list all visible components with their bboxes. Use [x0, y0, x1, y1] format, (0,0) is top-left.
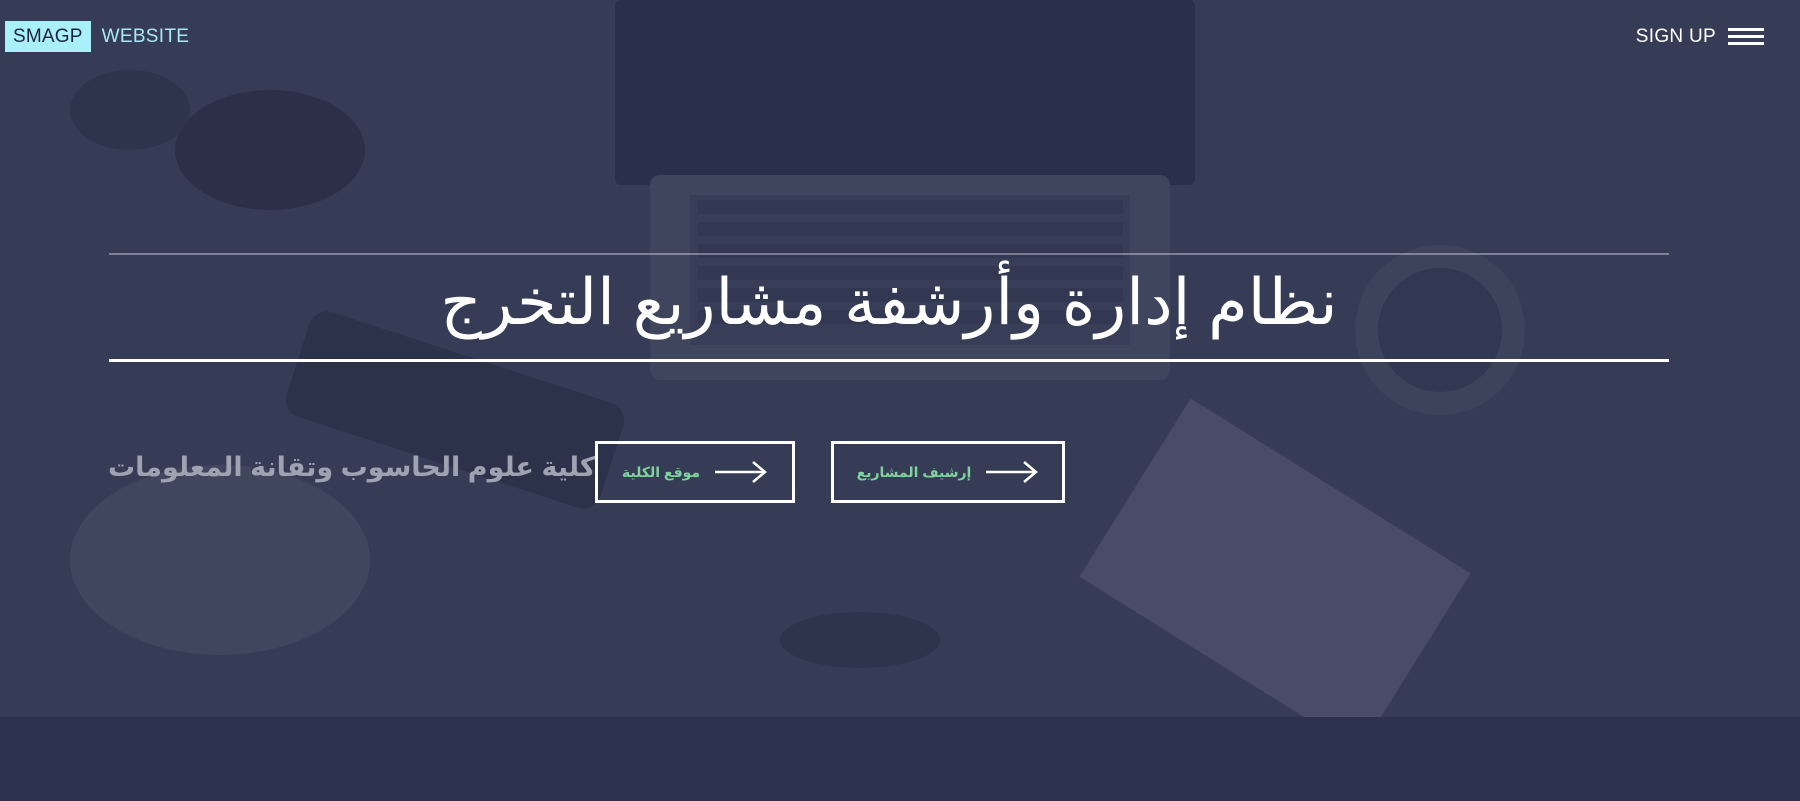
page-title: نظام إدارة وأرشفة مشاريع التخرج [440, 266, 1338, 338]
signup-link[interactable]: SIGN UP [1636, 26, 1716, 48]
arrow-right-icon [714, 460, 768, 484]
page: SMAGP WEBSITE SIGN UP نظام إدارة وأرشفة … [0, 0, 1800, 801]
hamburger-menu-icon[interactable] [1728, 27, 1764, 47]
footer-band [0, 717, 1800, 801]
brand-text: WEBSITE [101, 25, 190, 47]
college-website-label: موقع الكلية [621, 463, 701, 480]
title-divider-bottom [109, 359, 1669, 362]
projects-archive-button[interactable]: إرشيف المشاريع [831, 441, 1065, 503]
college-name: كلية علوم الحاسوب وتقانة المعلومات [108, 452, 596, 482]
title-divider-top [109, 253, 1669, 255]
brand-logo[interactable]: SMAGP WEBSITE [5, 21, 189, 52]
hero-section: SMAGP WEBSITE SIGN UP نظام إدارة وأرشفة … [0, 0, 1800, 717]
arrow-right-icon [985, 460, 1039, 484]
projects-archive-label: إرشيف المشاريع [856, 463, 972, 480]
brand-box: SMAGP [5, 21, 91, 52]
college-website-button[interactable]: موقع الكلية [595, 441, 795, 503]
header-actions: SIGN UP [1636, 22, 1764, 52]
